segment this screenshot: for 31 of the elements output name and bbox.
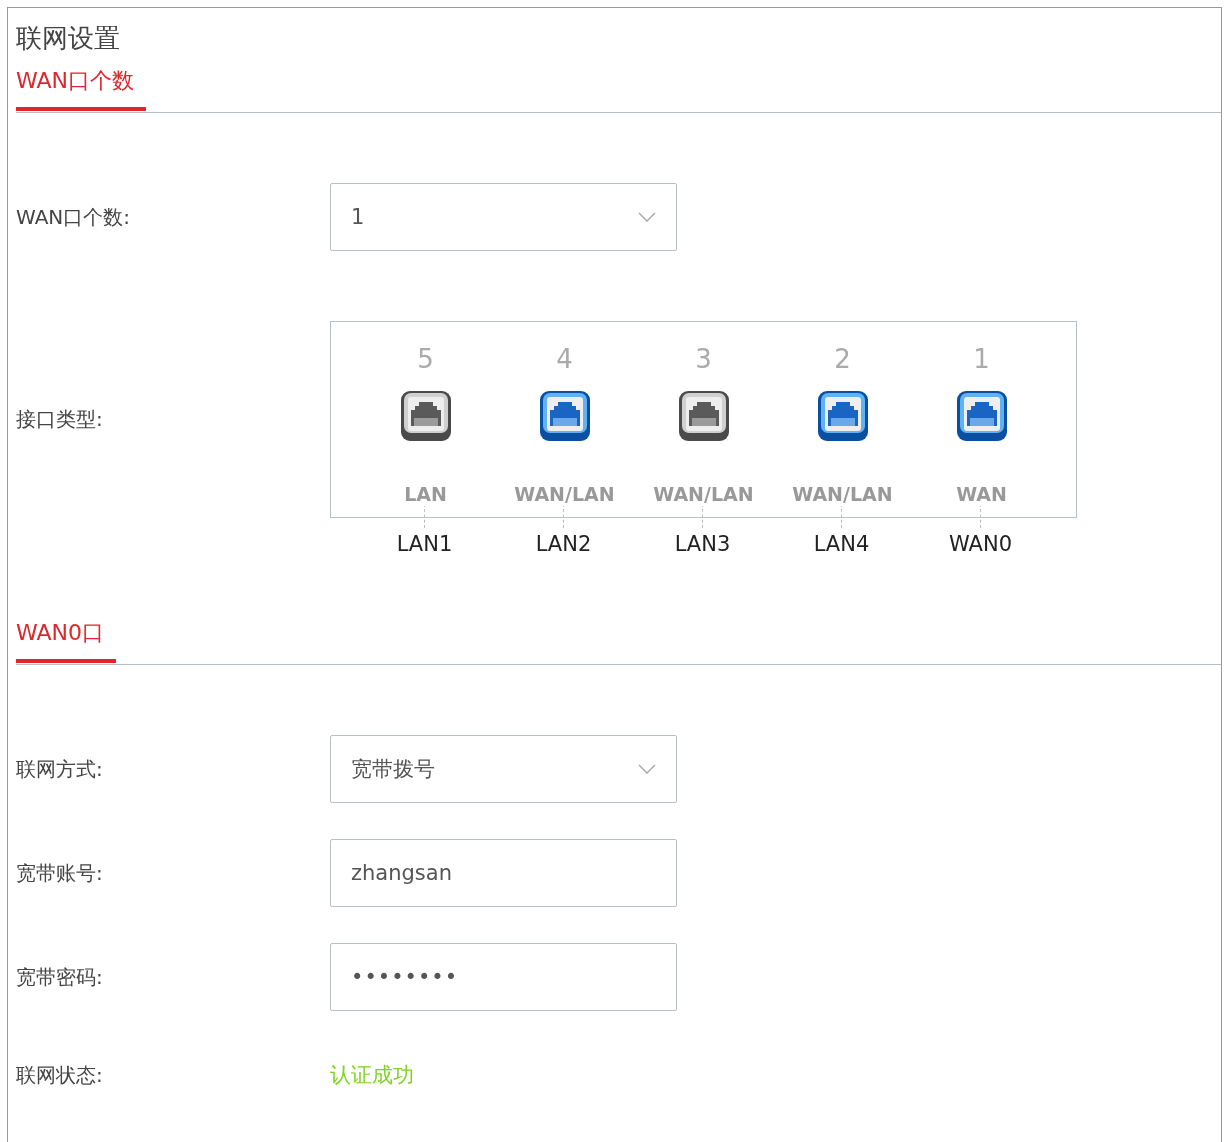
wan-count-dropdown[interactable]: 1 <box>330 183 677 251</box>
ethernet-port-icon <box>816 390 869 442</box>
field-label: 接口类型: <box>16 406 104 433</box>
section-tab[interactable]: WAN0口 <box>16 618 117 663</box>
section-tab[interactable]: WAN口个数 <box>16 66 147 111</box>
connection-mode-dropdown[interactable]: 宽带拨号 <box>330 735 677 803</box>
caret-icon <box>638 764 656 774</box>
ethernet-port-icon <box>399 390 452 442</box>
field-label: 联网方式: <box>16 755 104 783</box>
port-number: 3 <box>695 344 712 374</box>
page-title: 联网设置 <box>16 22 120 54</box>
account-input[interactable]: zhangsan <box>330 839 677 907</box>
status-text: 认证成功 <box>330 1062 414 1089</box>
ethernet-port-icon <box>538 390 591 442</box>
field-label: 宽带账号: <box>16 859 104 887</box>
port-number: 4 <box>556 344 573 374</box>
port-name: LAN3 <box>674 532 731 556</box>
port-name: WAN0 <box>948 532 1013 556</box>
port-number: 1 <box>973 344 990 374</box>
ethernet-port-icon <box>955 390 1008 442</box>
port-name: LAN2 <box>535 532 592 556</box>
field-label: WAN口个数: <box>16 203 132 231</box>
port-number: 2 <box>834 344 851 374</box>
port-name: LAN4 <box>813 532 870 556</box>
port-number: 5 <box>417 344 434 374</box>
ethernet-port-icon <box>677 390 730 442</box>
password-input[interactable]: •••••••• <box>330 943 677 1011</box>
port-name: LAN1 <box>396 532 453 556</box>
field-label: 宽带密码: <box>16 963 104 991</box>
caret-icon <box>638 212 656 222</box>
field-label: 联网状态: <box>16 1061 104 1089</box>
